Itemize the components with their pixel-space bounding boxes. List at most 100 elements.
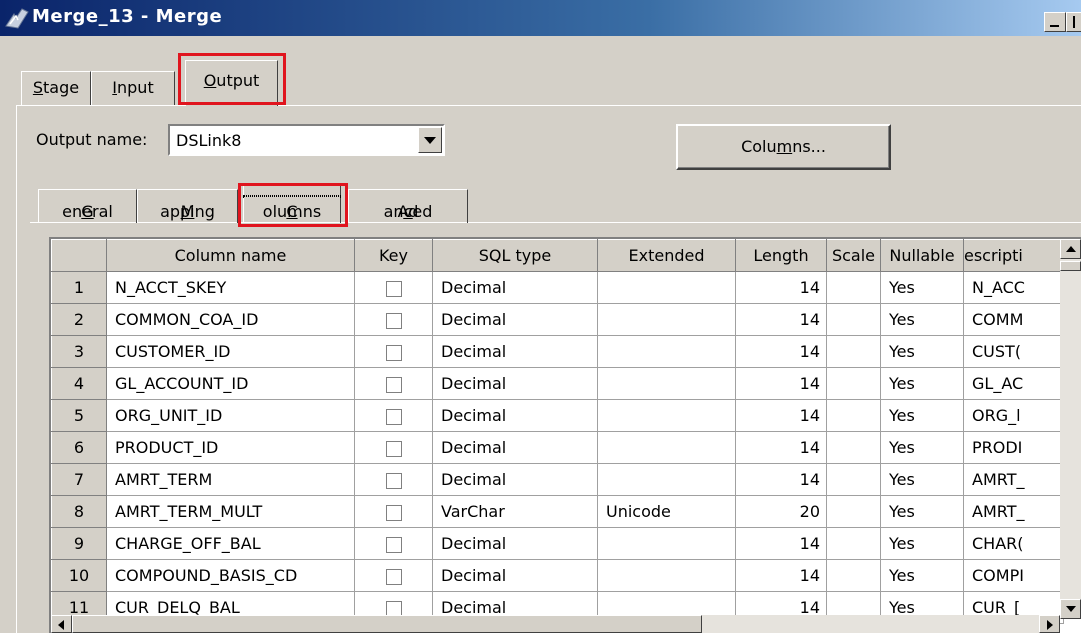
horizontal-scroll-thumb[interactable] — [72, 615, 702, 633]
header-extended[interactable]: Extended — [597, 239, 736, 272]
key-checkbox[interactable] — [385, 568, 402, 585]
scroll-down-button[interactable] — [1060, 599, 1081, 619]
cell-extended[interactable] — [597, 431, 736, 464]
header-key[interactable]: Key — [354, 239, 433, 272]
cell-description[interactable]: COMM — [963, 303, 1064, 336]
minimize-button[interactable] — [1044, 12, 1066, 32]
cell-scale[interactable] — [826, 527, 881, 560]
cell-sql-type[interactable]: VarChar — [432, 495, 598, 528]
cell-nullable[interactable]: Yes — [880, 463, 964, 496]
key-checkbox[interactable] — [385, 440, 402, 457]
scroll-up-button[interactable] — [1060, 239, 1081, 259]
header-length[interactable]: Length — [735, 239, 827, 272]
cell-column-name[interactable]: CUSTOMER_ID — [106, 335, 355, 368]
cell-key[interactable] — [354, 559, 433, 592]
cell-scale[interactable] — [826, 335, 881, 368]
cell-extended[interactable] — [597, 335, 736, 368]
tab-columns[interactable]: Columns — [243, 185, 341, 223]
header-sql-type[interactable]: SQL type — [432, 239, 598, 272]
cell-nullable[interactable]: Yes — [880, 399, 964, 432]
title-bar[interactable]: Merge_13 - Merge — [0, 0, 1081, 36]
key-checkbox[interactable] — [385, 536, 402, 553]
cell-length[interactable]: 14 — [735, 527, 827, 560]
key-checkbox[interactable] — [385, 280, 402, 297]
cell-length[interactable]: 14 — [735, 559, 827, 592]
row-number[interactable]: 1 — [51, 271, 107, 304]
cell-length[interactable]: 14 — [735, 335, 827, 368]
cell-description[interactable]: AMRT_ — [963, 495, 1064, 528]
cell-key[interactable] — [354, 495, 433, 528]
cell-column-name[interactable]: N_ACCT_SKEY — [106, 271, 355, 304]
table-row[interactable]: 7 AMRT_TERM Decimal 14 Yes AMRT_ — [51, 463, 1064, 496]
tab-general[interactable]: General — [38, 189, 137, 223]
key-checkbox[interactable] — [385, 376, 402, 393]
table-row[interactable]: 5 ORG_UNIT_ID Decimal 14 Yes ORG_l — [51, 399, 1064, 432]
cell-length[interactable]: 14 — [735, 367, 827, 400]
row-number[interactable]: 9 — [51, 527, 107, 560]
tab-stage[interactable]: Stage — [21, 71, 91, 105]
horizontal-scrollbar[interactable] — [51, 615, 1060, 633]
cell-column-name[interactable]: AMRT_TERM_MULT — [106, 495, 355, 528]
cell-sql-type[interactable]: Decimal — [432, 367, 598, 400]
cell-length[interactable]: 14 — [735, 303, 827, 336]
cell-column-name[interactable]: GL_ACCOUNT_ID — [106, 367, 355, 400]
vertical-scroll-thumb[interactable] — [1060, 261, 1081, 271]
columns-grid[interactable]: Column name Key SQL type Extended Length… — [49, 237, 1081, 633]
cell-nullable[interactable]: Yes — [880, 303, 964, 336]
cell-extended[interactable] — [597, 559, 736, 592]
cell-extended[interactable]: Unicode — [597, 495, 736, 528]
columns-button[interactable]: Columns... — [676, 124, 891, 170]
table-row[interactable]: 1 N_ACCT_SKEY Decimal 14 Yes N_ACC — [51, 271, 1064, 304]
cell-scale[interactable] — [826, 431, 881, 464]
tab-mapping[interactable]: Mapping — [137, 189, 238, 223]
cell-key[interactable] — [354, 271, 433, 304]
cell-extended[interactable] — [597, 367, 736, 400]
table-row[interactable]: 8 AMRT_TERM_MULT VarChar Unicode 20 Yes AMRT_ — [51, 495, 1064, 528]
key-checkbox[interactable] — [385, 344, 402, 361]
cell-nullable[interactable]: Yes — [880, 335, 964, 368]
chevron-down-icon[interactable] — [418, 127, 442, 153]
cell-key[interactable] — [354, 463, 433, 496]
cell-length[interactable]: 14 — [735, 271, 827, 304]
row-number[interactable]: 5 — [51, 399, 107, 432]
key-checkbox[interactable] — [385, 472, 402, 489]
header-nullable[interactable]: Nullable — [880, 239, 964, 272]
output-name-select[interactable]: DSLink8 — [168, 124, 445, 156]
cell-sql-type[interactable]: Decimal — [432, 527, 598, 560]
key-checkbox[interactable] — [385, 312, 402, 329]
cell-scale[interactable] — [826, 495, 881, 528]
table-row[interactable]: 10 COMPOUND_BASIS_CD Decimal 14 Yes COMPI — [51, 559, 1064, 592]
cell-description[interactable]: N_ACC — [963, 271, 1064, 304]
cell-column-name[interactable]: CHARGE_OFF_BAL — [106, 527, 355, 560]
row-number[interactable]: 8 — [51, 495, 107, 528]
cell-scale[interactable] — [826, 271, 881, 304]
row-number-header[interactable] — [51, 239, 107, 272]
cell-nullable[interactable]: Yes — [880, 559, 964, 592]
cell-column-name[interactable]: COMMON_COA_ID — [106, 303, 355, 336]
cell-sql-type[interactable]: Decimal — [432, 559, 598, 592]
cell-extended[interactable] — [597, 271, 736, 304]
vertical-scrollbar[interactable] — [1060, 239, 1081, 619]
tab-advanced[interactable]: Ad v anced — [348, 189, 468, 223]
cell-nullable[interactable]: Yes — [880, 431, 964, 464]
cell-nullable[interactable]: Yes — [880, 527, 964, 560]
cell-description[interactable]: ORG_l — [963, 399, 1064, 432]
cell-key[interactable] — [354, 335, 433, 368]
scroll-left-button[interactable] — [51, 615, 72, 633]
cell-sql-type[interactable]: Decimal — [432, 271, 598, 304]
row-number[interactable]: 4 — [51, 367, 107, 400]
cell-length[interactable]: 20 — [735, 495, 827, 528]
key-checkbox[interactable] — [385, 408, 402, 425]
cell-key[interactable] — [354, 399, 433, 432]
scroll-right-button[interactable] — [1039, 615, 1060, 633]
cell-sql-type[interactable]: Decimal — [432, 431, 598, 464]
row-number[interactable]: 3 — [51, 335, 107, 368]
cell-nullable[interactable]: Yes — [880, 367, 964, 400]
cell-key[interactable] — [354, 303, 433, 336]
table-row[interactable]: 2 COMMON_COA_ID Decimal 14 Yes COMM — [51, 303, 1064, 336]
cell-key[interactable] — [354, 367, 433, 400]
cell-sql-type[interactable]: Decimal — [432, 399, 598, 432]
cell-description[interactable]: AMRT_ — [963, 463, 1064, 496]
row-number[interactable]: 6 — [51, 431, 107, 464]
cell-scale[interactable] — [826, 303, 881, 336]
